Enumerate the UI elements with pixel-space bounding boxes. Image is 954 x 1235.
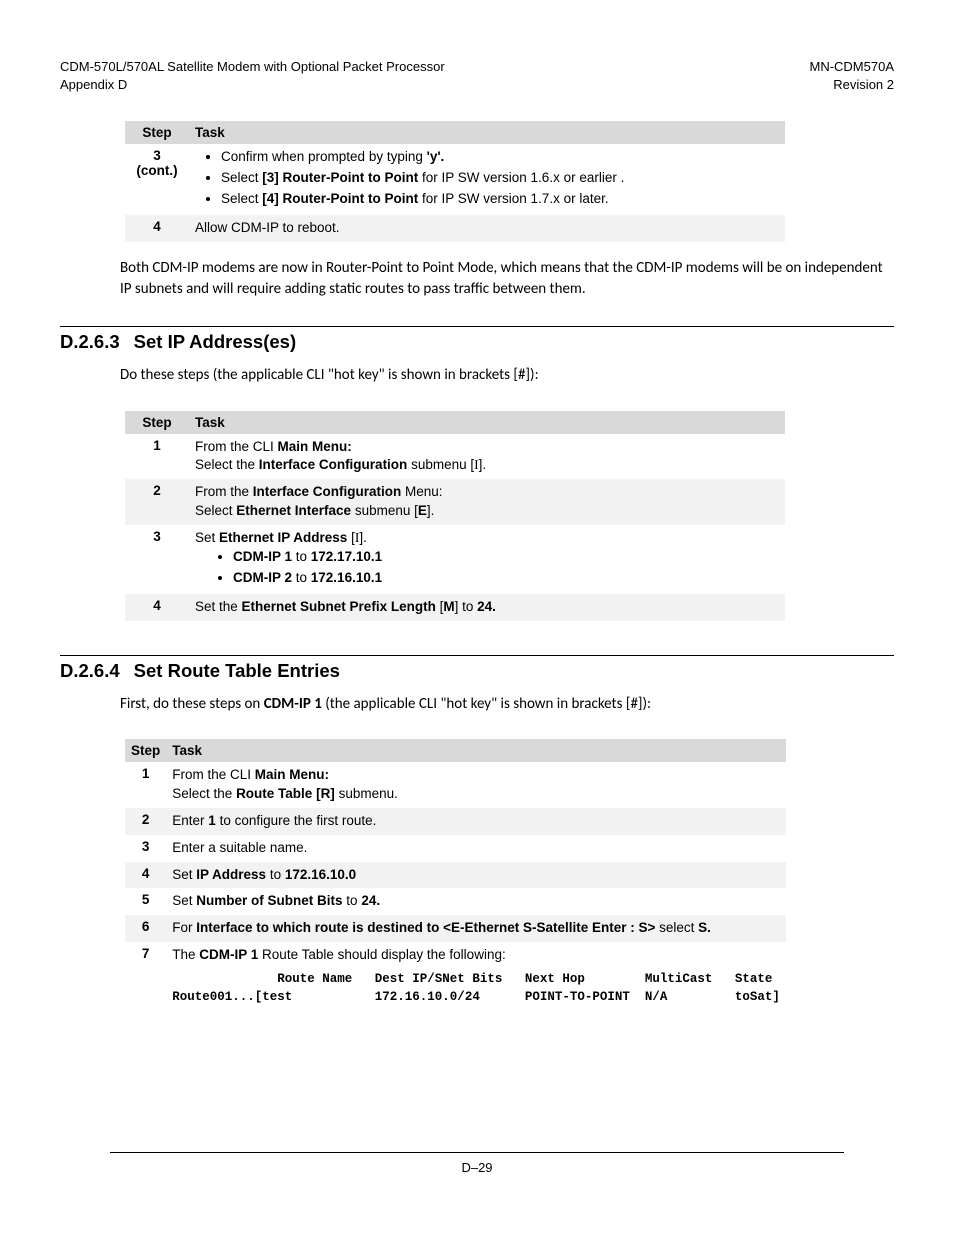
col-step: Step (125, 121, 189, 144)
table-row: 2 Enter 1 to configure the first route. (125, 808, 786, 835)
page-number: D–29 (0, 1160, 954, 1175)
section-intro: Do these steps (the applicable CLI "hot … (120, 365, 894, 386)
header-left-2: Appendix D (60, 76, 445, 94)
page-header: CDM-570L/570AL Satellite Modem with Opti… (60, 58, 894, 93)
table-route-entries: Step Task 1 From the CLI Main Menu: Sele… (125, 739, 786, 1010)
table-row: 3 Set Ethernet IP Address [I]. CDM-IP 1 … (125, 525, 785, 594)
col-task: Task (166, 739, 786, 762)
table-row: 4 Set the Ethernet Subnet Prefix Length … (125, 594, 785, 621)
table-continued-steps: Step Task 3 (cont.) Confirm when prompte… (125, 121, 785, 242)
list-item: Select [3] Router-Point to Point for IP … (221, 169, 779, 188)
table-row: 5 Set Number of Subnet Bits to 24. (125, 888, 786, 915)
route-table-output: Route Name Dest IP/SNet Bits Next Hop Mu… (172, 971, 780, 1006)
table-row: 6 For Interface to which route is destin… (125, 915, 786, 942)
list-item: Select [4] Router-Point to Point for IP … (221, 190, 779, 209)
table-row: 1 From the CLI Main Menu: Select the Rou… (125, 762, 786, 808)
list-item: CDM-IP 2 to 172.16.10.1 (233, 569, 779, 588)
col-step: Step (125, 411, 189, 434)
list-item: Confirm when prompted by typing 'y'. (221, 148, 779, 167)
table-set-ip: Step Task 1 From the CLI Main Menu: Sele… (125, 411, 785, 621)
section-rule (60, 326, 894, 327)
body-paragraph: Both CDM-IP modems are now in Router-Poi… (120, 258, 894, 301)
header-left-1: CDM-570L/570AL Satellite Modem with Opti… (60, 58, 445, 76)
section-rule (60, 655, 894, 656)
table-row: 4 Allow CDM-IP to reboot. (125, 215, 785, 242)
table-row: 2 From the Interface Configuration Menu:… (125, 479, 785, 525)
section-heading-d263: D.2.6.3Set IP Address(es) (60, 331, 894, 353)
table-row: 4 Set IP Address to 172.16.10.0 (125, 862, 786, 889)
table-row: 7 The CDM-IP 1 Route Table should displa… (125, 942, 786, 1010)
section-heading-d264: D.2.6.4Set Route Table Entries (60, 660, 894, 682)
table-row: 3 Enter a suitable name. (125, 835, 786, 862)
col-task: Task (189, 121, 785, 144)
table-row: 1 From the CLI Main Menu: Select the Int… (125, 434, 785, 480)
list-item: CDM-IP 1 to 172.17.10.1 (233, 548, 779, 567)
table-row: 3 (cont.) Confirm when prompted by typin… (125, 144, 785, 215)
header-right-2: Revision 2 (809, 76, 894, 94)
col-task: Task (189, 411, 785, 434)
footer-rule (110, 1152, 844, 1153)
header-right-1: MN-CDM570A (809, 58, 894, 76)
col-step: Step (125, 739, 166, 762)
section-intro: First, do these steps on CDM-IP 1 (the a… (120, 694, 894, 715)
